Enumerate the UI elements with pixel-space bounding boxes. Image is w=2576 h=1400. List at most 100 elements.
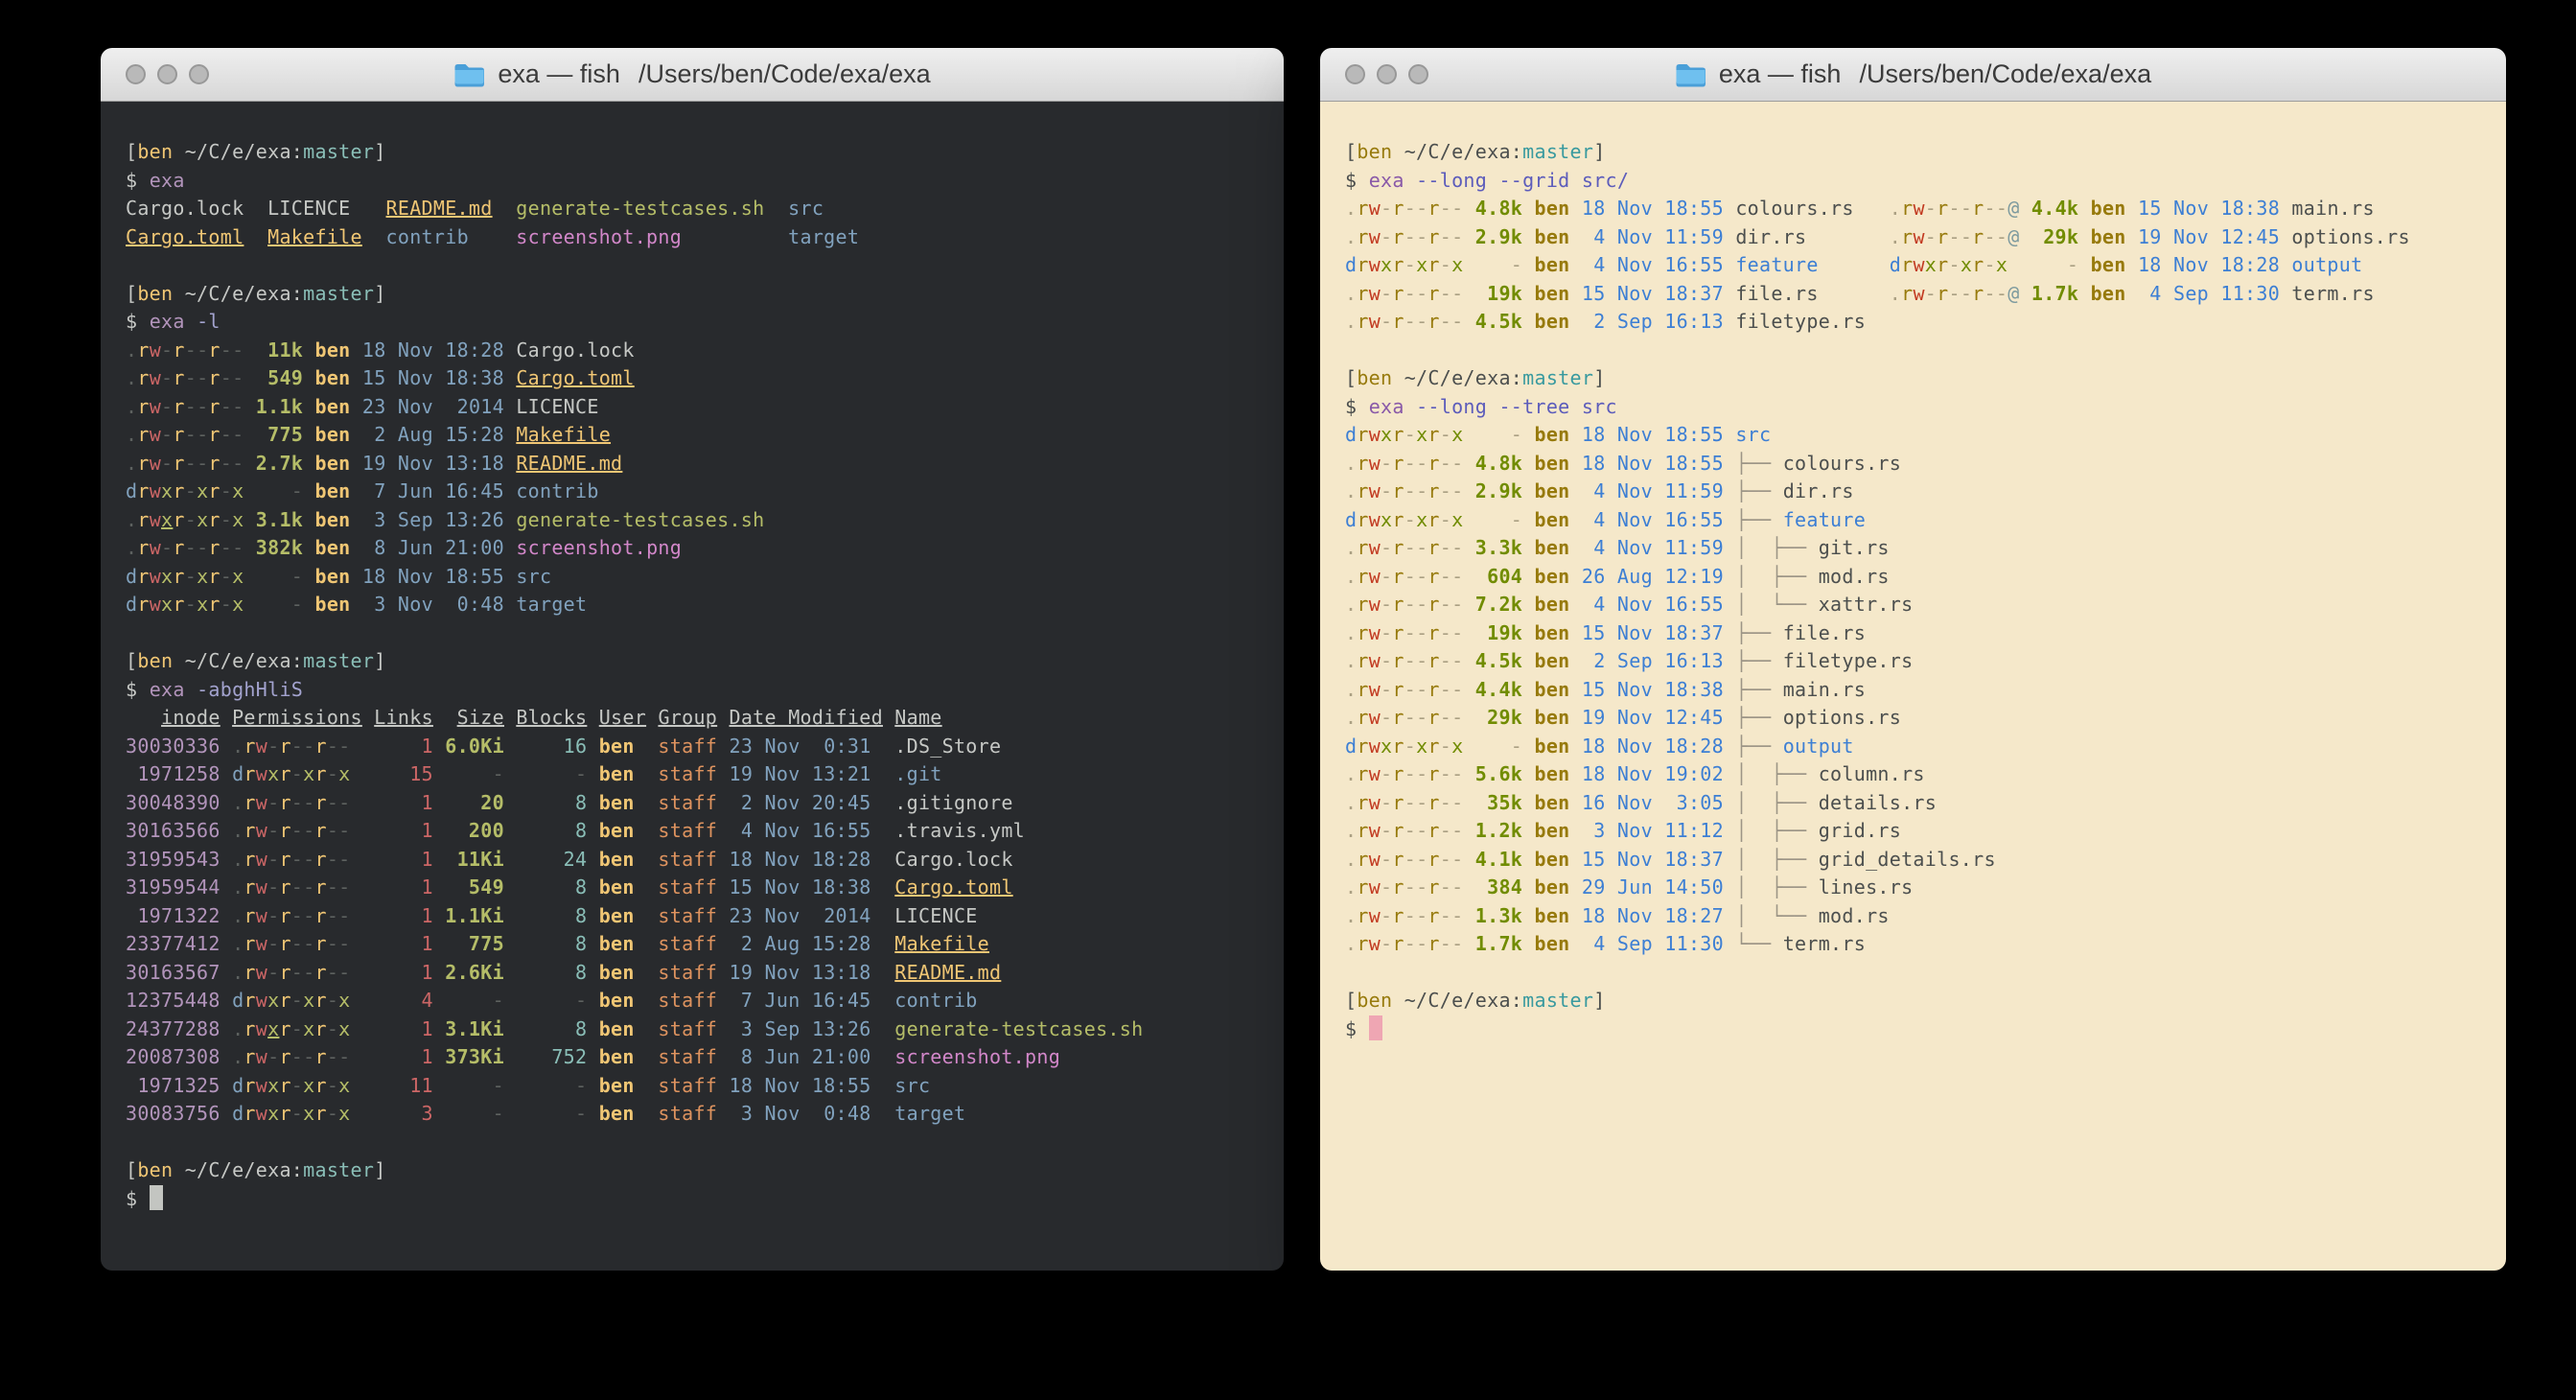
text-run	[1463, 875, 1474, 898]
text-run: ben	[599, 1017, 635, 1040]
text-run	[504, 593, 516, 616]
text-run: ben	[1535, 282, 1570, 305]
text-run: ben	[137, 282, 173, 305]
cursor[interactable]	[1369, 1015, 1382, 1040]
text-run	[220, 875, 232, 898]
folder-icon	[1675, 61, 1706, 87]
text-run	[1724, 791, 1735, 814]
terminal-line: .rw-r--r-- 1.3k ben 18 Nov 18:27 │ └── m…	[1345, 902, 2506, 931]
text-run	[1522, 848, 1534, 871]
text-run: Links	[374, 706, 433, 729]
text-run	[1463, 706, 1474, 729]
text-run	[1522, 932, 1534, 955]
text-run: ~/C/e/exa:	[1392, 140, 1522, 163]
text-run: ben	[2091, 282, 2126, 305]
desktop: { "themes": { "dark": { "bg":"#282a2d","…	[0, 0, 2576, 1400]
text-run	[871, 735, 895, 758]
text-run	[433, 989, 445, 1012]
text-run	[185, 310, 197, 333]
text-run: 29k	[2031, 225, 2078, 248]
text-run: feature	[1735, 253, 1818, 276]
permission-bits: .rw-r--r--	[126, 395, 244, 418]
text-run: 3.1k	[256, 508, 303, 531]
text-run: staff	[658, 1017, 717, 1040]
text-run	[303, 565, 314, 588]
text-run: -	[1475, 508, 1522, 531]
terminal-line: .rw-r--r-- 604 ben 26 Aug 12:19 │ ├── mo…	[1345, 563, 2506, 592]
text-run	[1463, 904, 1474, 927]
text-run: $	[126, 169, 150, 192]
text-run: 3 Nov 0:48	[362, 593, 504, 616]
minimize-button[interactable]	[1377, 64, 1397, 84]
text-run: │ ├──	[1735, 791, 1818, 814]
text-run	[1819, 253, 1890, 276]
text-run: inode	[161, 706, 220, 729]
zoom-button[interactable]	[189, 64, 209, 84]
terminal-output[interactable]: [ben ~/C/e/exa:master]$ exa --long --gri…	[1320, 102, 2506, 1271]
cursor[interactable]	[150, 1185, 163, 1210]
text-run	[635, 1074, 659, 1097]
text-run	[1522, 423, 1534, 446]
text-run: output	[2291, 253, 2362, 276]
minimize-button[interactable]	[157, 64, 177, 84]
text-run	[303, 479, 314, 502]
text-run	[433, 1074, 445, 1097]
text-run	[587, 932, 598, 955]
terminal-line: .rw-r--r-- 384 ben 29 Jun 14:50 │ ├── li…	[1345, 874, 2506, 902]
text-run: 8	[516, 819, 587, 842]
text-run	[362, 225, 386, 248]
text-run	[303, 593, 314, 616]
close-button[interactable]	[126, 64, 146, 84]
text-run: 23 Nov 2014	[362, 395, 504, 418]
text-run: Cargo.toml	[126, 225, 244, 248]
text-run: ]	[374, 282, 385, 305]
text-run	[504, 706, 516, 729]
text-run	[1463, 508, 1474, 531]
text-run: -	[1475, 423, 1522, 446]
text-run	[220, 1017, 232, 1040]
text-run: ben	[1535, 253, 1570, 276]
text-run: src/	[1582, 169, 1629, 192]
text-run	[1463, 310, 1474, 333]
text-run: 19 Nov 12:45	[2138, 225, 2280, 248]
text-run: 2 Nov 20:45	[729, 791, 870, 814]
text-run	[244, 452, 255, 475]
text-run	[2020, 225, 2031, 248]
terminal-line: .rw-r--r-- 4.5k ben 2 Sep 16:13 ├── file…	[1345, 647, 2506, 676]
text-run	[587, 735, 598, 758]
text-run: 8	[516, 932, 587, 955]
text-run: contrib	[894, 989, 977, 1012]
text-run	[1570, 678, 1582, 701]
close-button[interactable]	[1345, 64, 1365, 84]
terminal-line	[126, 1129, 1284, 1157]
text-run	[2078, 197, 2090, 220]
text-run: staff	[658, 762, 717, 785]
text-run: staff	[658, 791, 717, 814]
terminal-output[interactable]: [ben ~/C/e/exa:master]$ exaCargo.lock LI…	[101, 102, 1284, 1271]
zoom-button[interactable]	[1408, 64, 1428, 84]
text-run	[1522, 536, 1534, 559]
text-run: -	[445, 989, 504, 1012]
text-run: 19 Nov 13:21	[729, 762, 870, 785]
text-run: ben	[1535, 735, 1570, 758]
text-run: generate-testcases.sh	[894, 1017, 1143, 1040]
text-run: 31959544	[126, 875, 220, 898]
window-titlebar[interactable]: exa — fish /Users/ben/Code/exa/exa	[1320, 48, 2506, 102]
text-run: .travis.yml	[894, 819, 1025, 842]
text-run	[351, 423, 362, 446]
text-run	[351, 479, 362, 502]
text-run	[504, 395, 516, 418]
window-title-app: exa — fish	[498, 59, 620, 89]
text-run: ben	[315, 508, 351, 531]
text-run: 26 Aug 12:19	[1582, 565, 1724, 588]
text-run	[504, 1017, 516, 1040]
text-run	[1404, 169, 1416, 192]
text-run	[504, 536, 516, 559]
text-run	[1570, 762, 1582, 785]
text-run	[351, 565, 362, 588]
window-titlebar[interactable]: exa — fish /Users/ben/Code/exa/exa	[101, 48, 1284, 102]
text-run: -	[516, 989, 587, 1012]
text-run: ben	[2091, 225, 2126, 248]
permission-bits: .rw-r--r--	[1345, 282, 1463, 305]
text-run	[1463, 649, 1474, 672]
